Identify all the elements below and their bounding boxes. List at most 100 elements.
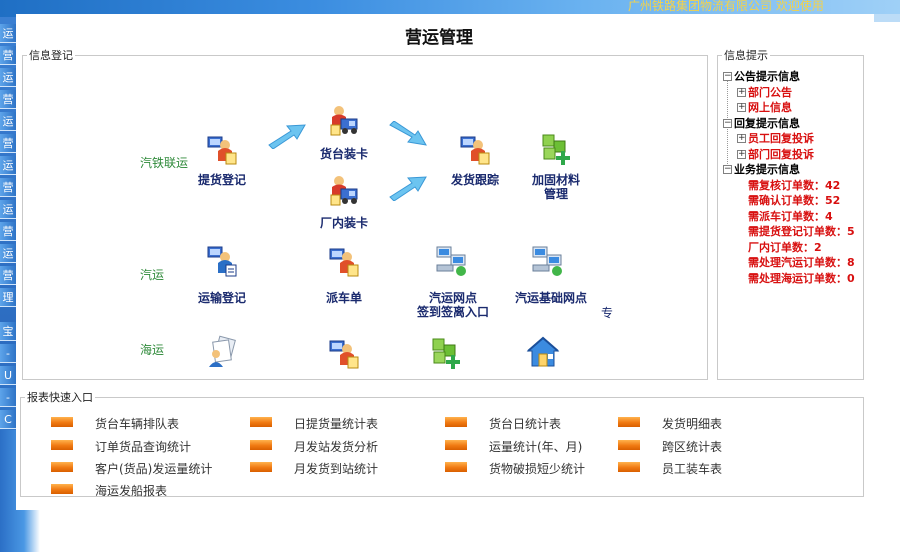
pickup-register-label: 提货登记 <box>197 173 246 187</box>
report-bar-icon <box>51 462 73 472</box>
transport-register-label: 运输登记 <box>197 291 246 305</box>
report-bar-icon <box>618 462 640 472</box>
tree-item-label: 部门公告 <box>748 85 792 99</box>
row-label-sea: 海运 <box>140 343 165 357</box>
road-network-checkin-label: 汽运网点 签到签离入口 <box>403 291 503 319</box>
expand-icon[interactable]: + <box>737 87 746 97</box>
left-nav-tab[interactable]: 理 <box>0 288 16 307</box>
tree-category-label: 业务提示信息 <box>734 163 800 176</box>
green-cubes-plus-icon[interactable] <box>429 335 463 369</box>
row-label-road: 汽运 <box>140 268 165 282</box>
info-register-panel: 信息登记 汽铁联运 汽运 海运 提货登记 货台装卡 厂内装卡 发货跟踪 加固材料… <box>22 47 708 380</box>
report-bar-icon <box>445 440 467 450</box>
tree-leaf[interactable]: 需复核订单数：42 <box>718 178 863 194</box>
worker-document-icon[interactable] <box>327 335 361 369</box>
report-link-label: 日提货量统计表 <box>294 417 379 431</box>
expand-icon[interactable]: + <box>737 103 746 112</box>
tree-leaf[interactable]: 需处理汽运订单数：8 <box>718 255 863 271</box>
left-nav-tab[interactable]: 营 <box>0 222 16 241</box>
tree-leaf[interactable]: 需处理海运订单数：0 <box>718 271 863 287</box>
report-bar-icon <box>51 417 73 427</box>
info-register-legend: 信息登记 <box>29 49 73 62</box>
report-link-label: 货台日统计表 <box>489 417 562 431</box>
road-network-label-line1: 汽运网点 <box>428 291 477 305</box>
left-nav-tab[interactable]: 营 <box>0 46 16 65</box>
road-base-network-label: 汽运基础网点 <box>514 291 587 305</box>
report-link-label: 运量统计(年、月) <box>489 440 583 454</box>
left-nav-tab[interactable]: 运 <box>0 200 16 219</box>
reinforce-material-label-line2: 管理 <box>543 187 568 201</box>
left-nav-tab[interactable]: 宝 <box>0 322 16 341</box>
info-tip-legend: 信息提示 <box>724 49 768 62</box>
tree-item-dept-notice[interactable]: + 部门公告 <box>718 85 863 101</box>
left-nav-tab[interactable]: - <box>0 344 16 363</box>
left-nav-tab[interactable]: 运 <box>0 24 16 43</box>
person-documents-icon[interactable] <box>205 335 239 369</box>
reinforce-material-label-line1: 加固材料 <box>531 173 580 187</box>
report-link-label: 订单货品查询统计 <box>95 440 192 454</box>
tree-category-label: 公告提示信息 <box>734 70 800 83</box>
left-nav-tab[interactable]: 营 <box>0 134 16 153</box>
report-bar-icon <box>51 440 73 450</box>
left-nav-tab[interactable]: 运 <box>0 68 16 87</box>
tree-leaf-label: 需确认订单数：52 <box>748 194 841 207</box>
arrow-up-right-icon <box>268 124 306 149</box>
left-nav-tab[interactable]: C <box>0 410 16 429</box>
shipment-tracking-label: 发货跟踪 <box>450 173 499 187</box>
tree-category-announcement[interactable]: − 公告提示信息 <box>718 69 863 85</box>
left-nav-tab[interactable]: 营 <box>0 90 16 109</box>
report-link-label: 货物破损短少统计 <box>489 462 586 476</box>
left-nav-tab[interactable]: 运 <box>0 156 16 175</box>
tree-leaf[interactable]: 厂内订单数：2 <box>718 240 863 256</box>
platform-loading-label: 货台装卡 <box>319 147 368 161</box>
tree-leaf[interactable]: 需确认订单数：52 <box>718 193 863 209</box>
tree-item-online-info[interactable]: + 网上信息 <box>718 100 863 116</box>
expand-icon[interactable]: + <box>737 149 746 159</box>
report-link-label: 客户(货品)发运量统计 <box>95 462 213 476</box>
tree-category-business[interactable]: − 业务提示信息 <box>718 162 863 178</box>
collapse-icon[interactable]: − <box>723 165 732 174</box>
report-bar-icon <box>250 417 272 427</box>
blue-house-icon[interactable] <box>526 335 560 369</box>
road-network-label-line2: 签到签离入口 <box>416 305 489 319</box>
arrow-down-right-icon <box>389 121 427 146</box>
report-bar-icon <box>618 440 640 450</box>
expand-icon[interactable]: + <box>737 134 746 143</box>
report-quick-entry-legend: 报表快速入口 <box>27 391 93 404</box>
tree-category-label: 回复提示信息 <box>734 116 800 130</box>
green-cubes-plus-icon <box>542 134 570 165</box>
tree-leaf[interactable]: 需派车订单数：4 <box>718 209 863 225</box>
report-link-label: 货台车辆排队表 <box>95 417 180 431</box>
worker-truck-icon <box>330 176 358 206</box>
report-bar-icon <box>445 417 467 427</box>
worker-document-icon <box>207 136 237 165</box>
left-nav-tab[interactable]: U <box>0 366 16 385</box>
tree-leaf-label: 需处理汽运订单数：8 <box>748 256 855 269</box>
left-nav-tab[interactable]: 营 <box>0 266 16 285</box>
report-quick-entry-panel: 报表快速入口 货台车辆排队表 日提货量统计表 货台日统计表 发货明细表 订单货品… <box>20 389 864 498</box>
tree-leaf-label: 需复核订单数：42 <box>748 178 841 192</box>
report-bar-icon <box>445 462 467 472</box>
tree-item-dept-reply[interactable]: + 部门回复投诉 <box>718 147 863 163</box>
collapse-icon[interactable]: − <box>723 118 732 128</box>
tree-item-label: 员工回复投诉 <box>748 132 814 145</box>
dispatch-order-label: 派车单 <box>325 291 362 305</box>
worker-blue-doc-icon <box>207 246 237 277</box>
tree-item-employee-reply[interactable]: + 员工回复投诉 <box>718 131 863 147</box>
tree-leaf-label: 需派车订单数：4 <box>748 209 833 223</box>
tree-item-label: 部门回复投诉 <box>748 147 814 161</box>
tree-leaf-label: 厂内订单数：2 <box>748 240 822 254</box>
left-nav-tab[interactable]: 运 <box>0 244 16 263</box>
left-nav-tab[interactable]: 运 <box>0 112 16 131</box>
tree-category-reply[interactable]: − 回复提示信息 <box>718 116 863 132</box>
report-link-label: 员工装车表 <box>662 462 723 476</box>
factory-loading-label: 厂内装卡 <box>319 216 368 230</box>
arrow-up-right-icon <box>389 176 427 201</box>
right-edge <box>874 14 900 552</box>
report-link-label: 发货明细表 <box>662 417 723 431</box>
left-nav-tab[interactable]: - <box>0 388 16 407</box>
tree-leaf[interactable]: 需提货登记订单数：5 <box>718 224 863 240</box>
collapse-icon[interactable]: − <box>723 72 732 81</box>
report-bar-icon <box>51 484 73 494</box>
left-nav-tab[interactable]: 营 <box>0 178 16 197</box>
